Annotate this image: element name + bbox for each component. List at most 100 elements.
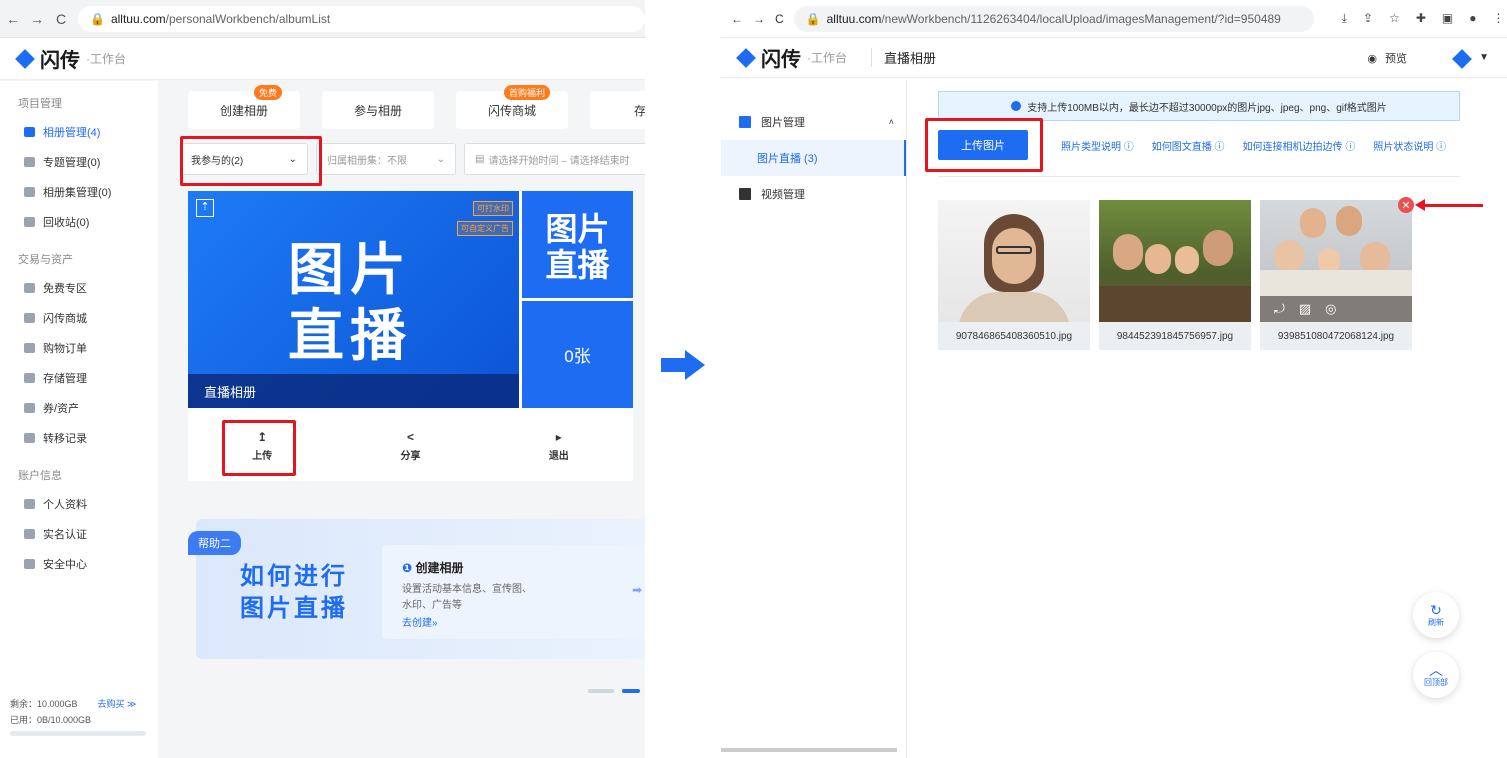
reload-icon[interactable]: C — [54, 11, 68, 27]
delete-photo-icon[interactable]: ✕ — [1398, 197, 1414, 213]
preview-button[interactable]: ◉ 预览 — [1367, 50, 1407, 66]
top-nav: 闪传 ·工作台 — [0, 38, 645, 80]
lock-icon: 🔒 — [805, 11, 821, 26]
upload-notice: 支持上传100MB以内，最长边不超过30000px的图片jpg、jpeg、png… — [938, 91, 1460, 121]
trash-icon — [24, 217, 35, 227]
photo-item[interactable]: 907846865408360510.jpg — [938, 200, 1090, 350]
photo-thumbnail[interactable] — [938, 200, 1090, 322]
cover-title: 图片 直播 — [288, 238, 412, 367]
album-cover[interactable]: ⇡ 可打水印 可自定义广告 图片 直播 直播相册 — [188, 191, 519, 408]
sidebar-item-security[interactable]: 安全中心 — [0, 549, 158, 579]
sidebar-item-coupons[interactable]: 券/资产 — [0, 393, 158, 423]
shield-icon — [24, 559, 35, 569]
logo[interactable]: 闪传 ·工作台 — [14, 44, 126, 73]
forward-icon[interactable]: → — [30, 11, 44, 27]
sidebar-item-free[interactable]: 免费专区 — [0, 273, 158, 303]
storage-info: 剩余：10.000GB 去购买 ≫ 已用：0B/10.000GB — [10, 699, 137, 725]
watermark-tag: 可打水印 — [473, 201, 513, 216]
refresh-button[interactable]: ↻ 刷新 — [1413, 592, 1459, 638]
forward-icon[interactable]: → — [753, 12, 765, 26]
camera-connect-link[interactable]: 如何连接相机边拍边传 ⓘ — [1243, 138, 1356, 153]
photo-thumbnail[interactable]: ⤾ ▨ ◎ — [1260, 200, 1412, 322]
help-title: 如何进行 图片直播 — [240, 563, 348, 622]
album-set-select[interactable]: 归属相册集：不限 ⌄ — [316, 143, 456, 175]
location-icon[interactable]: ◎ — [1325, 301, 1336, 317]
star-icon[interactable]: ☆ — [1389, 11, 1400, 26]
rotate-icon[interactable]: ⤾ — [1274, 301, 1285, 317]
eye-icon: ◉ — [1367, 52, 1377, 65]
caret-down-icon[interactable]: ▼ — [1479, 52, 1489, 63]
profile-icon[interactable]: ● — [1469, 11, 1476, 26]
photo-status-link[interactable]: 照片状态说明 ⓘ — [1373, 138, 1446, 153]
sidebar-item-verify[interactable]: 实名认证 — [0, 519, 158, 549]
photo-item[interactable]: ⤾ ▨ ◎ 939851080472068124.jpg — [1260, 200, 1412, 350]
brand-icon[interactable] — [1451, 48, 1473, 70]
sidebar-item-album-manage[interactable]: 相册管理(4) — [0, 117, 158, 147]
album-name: 直播相册 — [188, 374, 519, 408]
carousel-dot[interactable] — [588, 689, 614, 693]
share-icon: < — [406, 430, 414, 444]
sidebar-item-transfer[interactable]: 转移记录 — [0, 423, 158, 453]
sidebar-item-storage[interactable]: 存储管理 — [0, 363, 158, 393]
help-banner: 帮助二 如何进行 图片直播 ❶ 创建相册 设置活动基本信息、宣传图、 水印、广告等 … — [188, 519, 645, 659]
image-icon[interactable]: ▨ — [1299, 301, 1311, 317]
help-step: ❶ 创建相册 设置活动基本信息、宣传图、 水印、广告等 去创建» ➡ — [382, 545, 645, 639]
sidebar-item-mall[interactable]: 闪传商城 — [0, 303, 158, 333]
menu-icon[interactable]: ⋮ — [1492, 11, 1504, 26]
album-thumb-title: 图片 直播 — [522, 191, 633, 298]
nav-image-manage[interactable]: 图片管理 ˄ — [721, 104, 906, 140]
sidebar-item-album-set[interactable]: 相册集管理(0) — [0, 177, 158, 207]
exit-icon: ▸ — [555, 430, 562, 444]
install-icon[interactable]: ⤓ — [1342, 11, 1347, 26]
user-icon — [24, 499, 35, 509]
buy-storage-link[interactable]: 去购买 ≫ — [98, 699, 137, 709]
photo-type-link[interactable]: 照片类型说明 ⓘ — [1061, 138, 1134, 153]
highlight-box-upload — [925, 118, 1043, 172]
photo-item[interactable]: 984452391845756957.jpg — [1099, 200, 1251, 350]
url-field[interactable]: 🔒 alltuu.com/personalWorkbench/albumList — [78, 5, 645, 32]
share-icon[interactable]: ⇪ — [1363, 11, 1373, 26]
back-icon[interactable]: ← — [6, 11, 20, 27]
tab-join-album[interactable]: 参与相册 — [322, 91, 434, 129]
nav-live-images[interactable]: 图片直播 (3) — [721, 140, 906, 176]
tab-mall[interactable]: 闪传商城 首购福利 — [456, 85, 568, 129]
sidebar-section-title: 账户信息 — [18, 470, 62, 482]
photo-filename: 984452391845756957.jpg — [1099, 322, 1251, 350]
date-range-picker[interactable]: ▤ 请选择开始时间 – 请选择结束时 — [464, 143, 645, 175]
pin-top-icon[interactable]: ⇡ — [196, 199, 214, 217]
sidebar-item-orders[interactable]: 购物订单 — [0, 333, 158, 363]
go-create-link[interactable]: 去创建» — [402, 614, 636, 629]
photo-thumbnail[interactable] — [1099, 200, 1251, 322]
next-arrow-icon[interactable]: ➡ — [632, 583, 642, 597]
left-screenshot: ← → C 🔒 alltuu.com/personalWorkbench/alb… — [0, 0, 645, 758]
folder-icon — [24, 187, 35, 197]
back-to-top-button[interactable]: ︿ 回顶部 — [1413, 652, 1459, 698]
divider — [938, 176, 1460, 177]
video-icon — [739, 188, 751, 200]
extensions-icon[interactable]: ✚ — [1416, 11, 1426, 26]
scrollbar[interactable] — [721, 748, 897, 752]
tab-create-album[interactable]: 创建相册 免费 — [188, 85, 300, 129]
page-title: 直播相册 — [871, 48, 936, 67]
logo[interactable]: 闪传 ·工作台 — [735, 43, 847, 72]
storage-icon — [24, 373, 35, 383]
sidepanel-icon[interactable]: ▣ — [1442, 11, 1453, 26]
how-to-live-link[interactable]: 如何图文直播 ⓘ — [1152, 138, 1225, 153]
nav-video-manage[interactable]: 视频管理 — [721, 176, 906, 212]
sidebar-item-topic[interactable]: 专题管理(0) — [0, 147, 158, 177]
tab-storage[interactable]: 存储 — [590, 91, 645, 129]
exit-button[interactable]: ▸ 退出 — [485, 416, 633, 476]
free-badge: 免费 — [253, 85, 282, 100]
first-buy-badge: 首购福利 — [503, 85, 550, 100]
help-tag: 帮助二 — [188, 531, 241, 555]
back-icon[interactable]: ← — [731, 12, 743, 26]
sidebar-section-title: 交易与资产 — [18, 254, 73, 266]
storage-bar — [10, 731, 146, 736]
url-field[interactable]: 🔒 alltuu.com/newWorkbench/1126263404/loc… — [793, 5, 1314, 32]
step-number-icon: ❶ — [402, 561, 413, 575]
sidebar-item-profile[interactable]: 个人资料 — [0, 489, 158, 519]
carousel-dot-active[interactable] — [622, 689, 640, 693]
reload-icon[interactable]: C — [775, 12, 784, 26]
share-button[interactable]: < 分享 — [336, 416, 484, 476]
sidebar-item-recycle[interactable]: 回收站(0) — [0, 207, 158, 237]
